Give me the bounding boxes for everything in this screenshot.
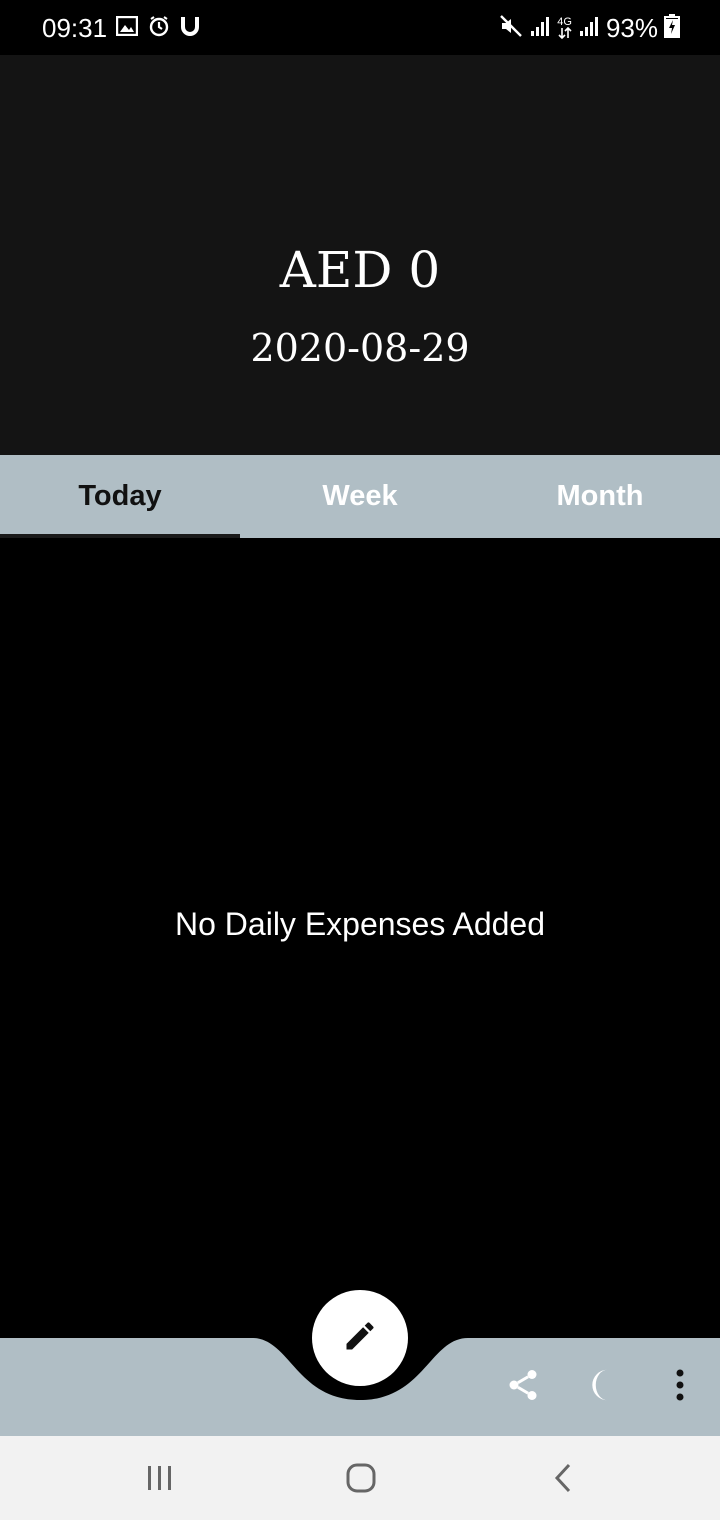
expenses-list: No Daily Expenses Added xyxy=(0,538,720,1338)
home-icon xyxy=(346,1463,376,1498)
tab-week[interactable]: Week xyxy=(240,455,480,538)
tab-label: Month xyxy=(556,480,644,512)
pencil-icon xyxy=(342,1318,378,1359)
status-bar: 09:31 4G 93% xyxy=(0,0,720,55)
status-left-icons xyxy=(115,14,200,42)
tab-label: Week xyxy=(322,480,398,512)
recents-icon xyxy=(145,1465,175,1496)
timer-icon xyxy=(148,15,170,42)
u-icon xyxy=(180,15,200,42)
back-button[interactable] xyxy=(533,1456,593,1504)
total-amount: AED 0 xyxy=(279,241,441,299)
back-icon xyxy=(553,1463,573,1498)
battery-percent: 93% xyxy=(605,13,658,43)
current-date: 2020-08-29 xyxy=(250,326,470,370)
network-4g-icon: 4G xyxy=(557,17,572,39)
share-button[interactable] xyxy=(501,1365,545,1409)
home-button[interactable] xyxy=(331,1456,391,1504)
share-icon xyxy=(505,1367,541,1408)
system-nav-bar xyxy=(0,1436,720,1520)
moon-icon xyxy=(585,1367,619,1408)
signal-icon xyxy=(529,15,551,42)
add-expense-button[interactable] xyxy=(312,1290,408,1386)
signal-icon xyxy=(578,15,600,42)
empty-state-message: No Daily Expenses Added xyxy=(175,906,545,942)
tab-label: Today xyxy=(78,480,162,512)
period-tabs: Today Week Month xyxy=(0,455,720,538)
app-screen: 09:31 4G 93% AED 0 2020-08-29 Today Week… xyxy=(0,0,720,1520)
network-label: 4G xyxy=(557,16,572,28)
tab-month[interactable]: Month xyxy=(480,455,720,538)
tab-today[interactable]: Today xyxy=(0,455,240,538)
more-vert-icon xyxy=(675,1369,685,1406)
summary-header: AED 0 2020-08-29 xyxy=(0,55,720,455)
more-options-button[interactable] xyxy=(658,1365,702,1409)
dark-mode-toggle[interactable] xyxy=(580,1365,624,1409)
mute-icon xyxy=(499,14,523,43)
gallery-icon xyxy=(115,15,139,41)
status-time: 09:31 xyxy=(42,13,108,43)
battery-charging-icon xyxy=(664,13,680,43)
status-right-icons: 4G 93% xyxy=(499,12,680,44)
recents-button[interactable] xyxy=(130,1456,190,1504)
